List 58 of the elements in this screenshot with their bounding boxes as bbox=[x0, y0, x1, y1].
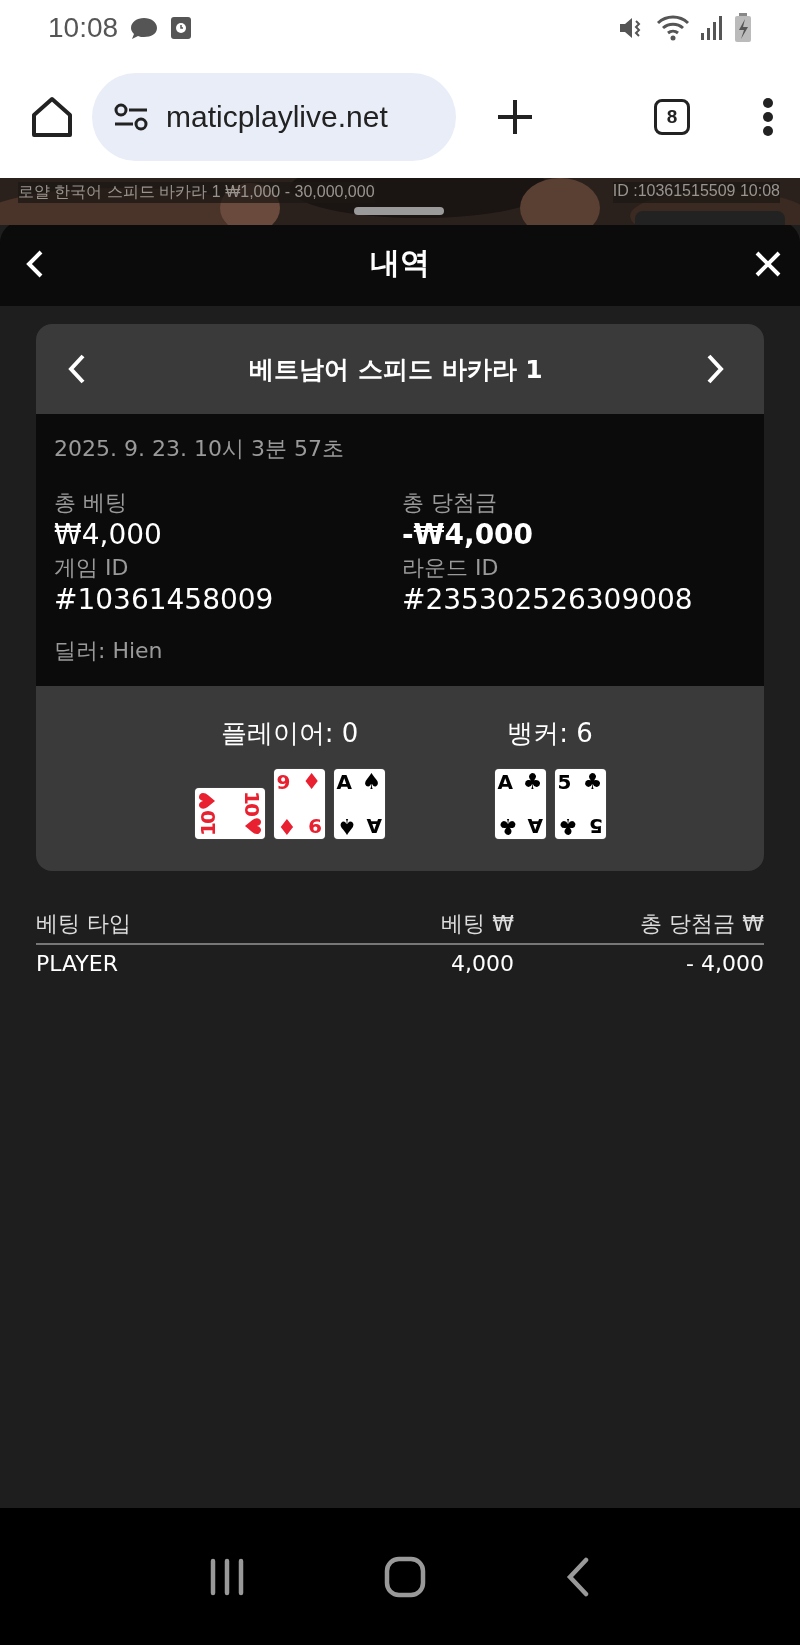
card-rank: A bbox=[368, 815, 382, 837]
column-header: 총 당첨금 ₩ bbox=[514, 909, 764, 944]
game-title: 베트남어 스피드 바카라 1 bbox=[249, 353, 543, 386]
card-rank: 10 bbox=[240, 791, 263, 815]
sheet-title: 내역 bbox=[370, 244, 430, 282]
table-cell: PLAYER bbox=[36, 944, 364, 982]
card-rank: 5 bbox=[590, 815, 603, 837]
site-settings-icon[interactable] bbox=[114, 102, 148, 131]
column-header: 베팅 타입 bbox=[36, 909, 364, 944]
suit-symbol: ♠ bbox=[361, 771, 382, 793]
field-value: #10361458009 bbox=[54, 583, 275, 616]
plus-icon[interactable] bbox=[496, 97, 534, 136]
clock-icon bbox=[170, 15, 193, 40]
suit-symbol: ♥ bbox=[240, 816, 263, 836]
table-cell: - 4,000 bbox=[514, 944, 764, 982]
hand-score: 플레이어: 0 bbox=[220, 717, 359, 750]
card-rank: 9 bbox=[309, 815, 322, 837]
card-rank: 10 bbox=[196, 812, 219, 836]
table-info-text: 로얄 한국어 스피드 바카라 1 ₩1,000 - 30,000,000 bbox=[18, 182, 375, 203]
field-value: -₩4,000 bbox=[402, 518, 535, 551]
field-value: #235302526309008 bbox=[402, 583, 694, 616]
address-bar[interactable]: maticplaylive.net bbox=[92, 72, 456, 161]
back-nav-icon[interactable] bbox=[564, 1556, 591, 1597]
home-icon[interactable] bbox=[30, 94, 74, 139]
suit-symbol: ♦ bbox=[276, 815, 297, 837]
drag-handle[interactable] bbox=[354, 207, 444, 215]
suit-symbol: ♦ bbox=[301, 771, 322, 793]
signal-icon bbox=[700, 14, 724, 41]
column-header: 베팅 ₩ bbox=[364, 909, 514, 944]
recent-apps-icon[interactable] bbox=[209, 1557, 246, 1596]
hand-score: 뱅커: 6 bbox=[507, 717, 593, 750]
card-rank: A bbox=[336, 771, 350, 793]
status-time: 10:08 bbox=[48, 11, 119, 44]
close-icon[interactable] bbox=[754, 249, 782, 278]
dealer-text: 딜러: Hien bbox=[54, 637, 164, 665]
suit-symbol: ♣ bbox=[557, 815, 578, 837]
card-rank: 9 bbox=[276, 771, 289, 793]
card-rank: A bbox=[529, 815, 543, 837]
field-label: 게임 ID bbox=[54, 554, 130, 582]
battery-icon bbox=[734, 12, 752, 43]
tab-count-button[interactable]: 8 bbox=[654, 98, 690, 135]
table-cell: 4,000 bbox=[364, 944, 514, 982]
game-id-text: ID :10361515509 10:08 bbox=[612, 182, 780, 203]
suit-symbol: ♣ bbox=[497, 815, 518, 837]
wifi-icon bbox=[656, 13, 690, 42]
suit-symbol: ♥ bbox=[196, 791, 219, 811]
more-icon[interactable] bbox=[762, 97, 774, 136]
suit-symbol: ♣ bbox=[522, 771, 543, 793]
suit-symbol: ♣ bbox=[582, 771, 603, 793]
suit-symbol: ♠ bbox=[336, 815, 357, 837]
field-label: 총 베팅 bbox=[54, 489, 128, 517]
round-datetime: 2025. 9. 23. 10시 3분 57초 bbox=[54, 436, 344, 461]
card-rank: 5 bbox=[557, 771, 570, 793]
field-label: 총 당첨금 bbox=[402, 489, 498, 517]
home-button-icon[interactable] bbox=[384, 1555, 426, 1598]
field-value: ₩4,000 bbox=[54, 518, 163, 551]
card-rank: A bbox=[497, 771, 511, 793]
field-label: 라운드 ID bbox=[402, 554, 500, 582]
